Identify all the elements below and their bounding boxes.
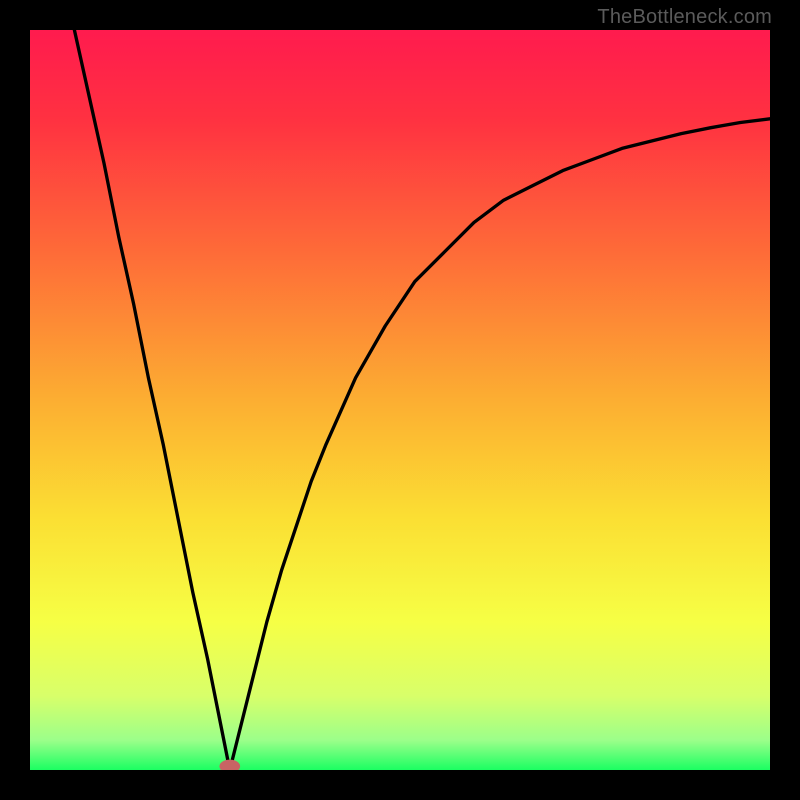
chart-svg: [30, 30, 770, 770]
gradient-bg: [30, 30, 770, 770]
plot-area: [30, 30, 770, 770]
chart-frame: TheBottleneck.com: [0, 0, 800, 800]
watermark-text: TheBottleneck.com: [597, 6, 772, 29]
